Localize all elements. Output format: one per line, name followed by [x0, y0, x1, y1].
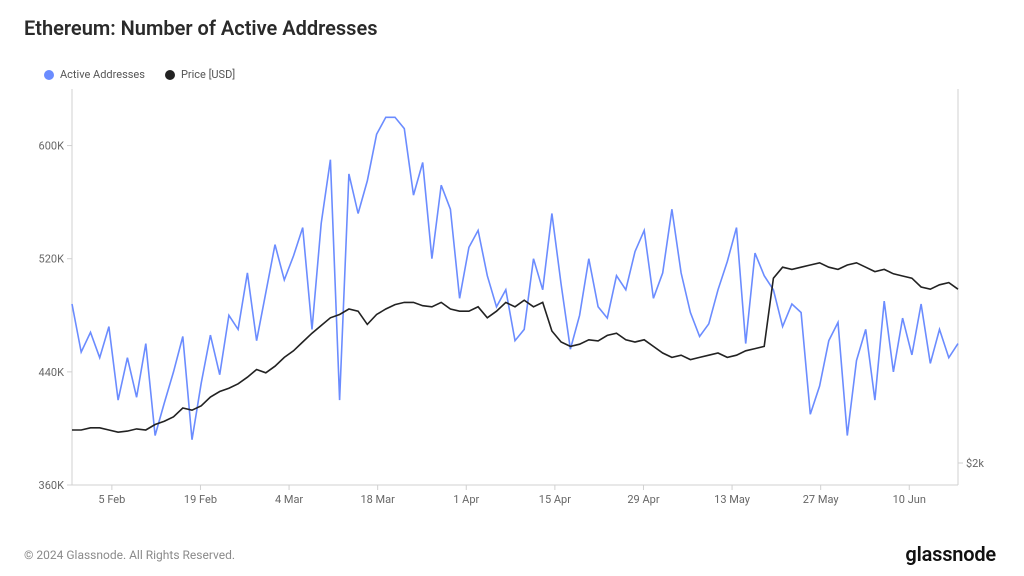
legend: Active Addresses Price [USD] — [44, 68, 1000, 81]
legend-label-price: Price [USD] — [181, 68, 235, 81]
legend-label-active: Active Addresses — [60, 68, 145, 81]
chart-plot: 360K 440K 520K 600K $2k 5 Feb 19 Feb 4 Mar 18 Ma… — [24, 83, 1000, 517]
y-left-tick-label: 360K — [39, 479, 65, 492]
x-tick-label: 18 Mar — [360, 493, 395, 506]
x-tick-label: 15 Apr — [539, 493, 571, 506]
x-tick-label: 19 Feb — [184, 493, 217, 506]
y-left-tick-label: 440K — [39, 366, 65, 379]
chart-svg: 360K 440K 520K 600K $2k 5 Feb 19 Feb 4 Mar 18 Ma… — [24, 83, 1000, 513]
legend-item-price: Price [USD] — [165, 68, 235, 81]
x-tick-label: 13 May — [714, 493, 751, 506]
footer-text: © 2024 Glassnode. All Rights Reserved. — [24, 548, 235, 562]
legend-item-active: Active Addresses — [44, 68, 145, 81]
x-tick-label: 10 Jun — [893, 493, 926, 506]
y-left-tick-label: 520K — [39, 253, 65, 266]
brand-logo: glassnode — [905, 542, 996, 566]
swatch-active — [44, 70, 54, 80]
x-tick-label: 1 Apr — [453, 493, 479, 506]
y-left-tick-label: 600K — [39, 140, 65, 153]
series-price — [72, 263, 958, 432]
x-tick-label: 4 Mar — [275, 493, 303, 506]
series-active-addresses — [72, 117, 958, 439]
y-right-tick-label: $2k — [966, 457, 984, 470]
x-tick-label: 29 Apr — [627, 493, 659, 506]
chart-title: Ethereum: Number of Active Addresses — [24, 16, 1000, 40]
swatch-price — [165, 70, 175, 80]
x-tick-label: 5 Feb — [98, 493, 125, 506]
x-tick-label: 27 May — [803, 493, 840, 506]
